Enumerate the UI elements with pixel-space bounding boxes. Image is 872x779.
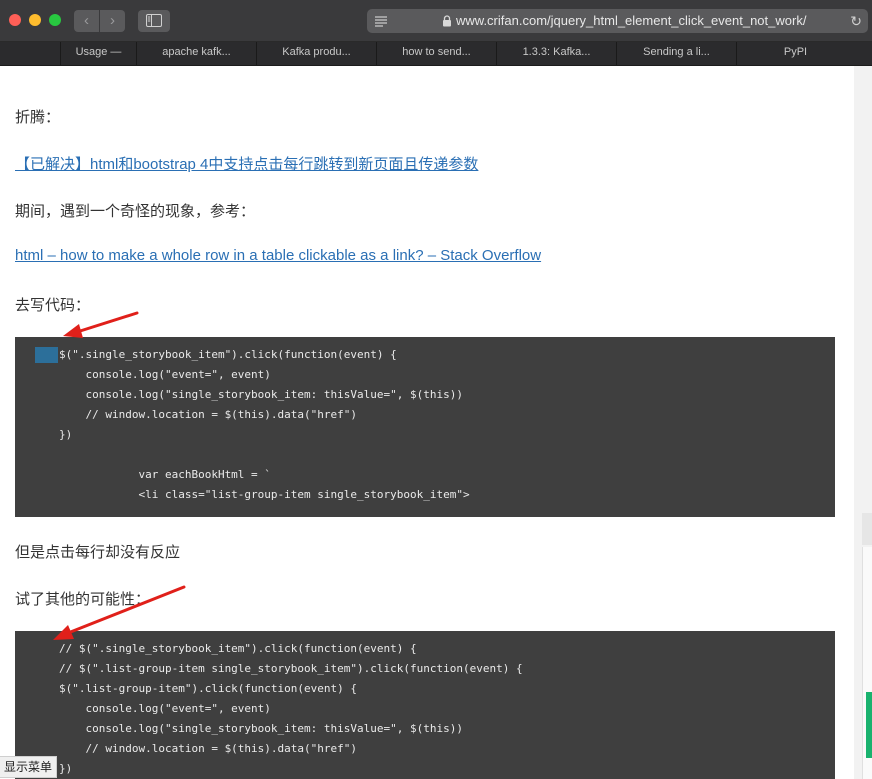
code-line: console.log("event=", event) [59,368,271,381]
tab-2[interactable]: apache kafk... [136,42,256,65]
paragraph: 折腾： [15,109,61,126]
paragraph: 但是点击每行却没有反应 [15,544,181,561]
zoom-window-button[interactable] [49,14,61,26]
code-line: console.log("single_storybook_item: this… [59,388,463,401]
code-line: // window.location = $(this).data("href"… [59,408,358,421]
article-link-bootstrap[interactable]: 【已解决】html和bootstrap 4中支持点击每行跳转到新页面且传递参数 [15,153,478,174]
tab-blank[interactable] [0,42,60,65]
code-line: <li class="list-group-item single_storyb… [59,488,470,501]
chevron-right-icon: › [110,12,115,29]
browser-titlebar: ‹ › www.crifan.com/jquery_html_element_c… [0,0,872,42]
code-line: }) [59,762,73,775]
tab-7[interactable]: PyPI [736,42,854,65]
show-menu-label[interactable]: 显示菜单 [0,756,58,778]
tab-6[interactable]: Sending a li... [616,42,736,65]
tab-1[interactable]: Usage — [60,42,136,65]
code-block-2: // $(".single_storybook_item").click(fun… [15,631,835,779]
tab-bar: Usage — apache kafk... Kafka produ... ho… [0,42,872,66]
sidebar-toggle-button[interactable] [138,10,170,32]
code-line: $(".single_storybook_item").click(functi… [59,348,397,361]
code-line: // window.location = $(this).data("href"… [59,742,358,755]
tab-3[interactable]: Kafka produ... [256,42,376,65]
green-accent-bar [866,692,872,758]
code-line: var eachBookHtml = ` [59,468,271,481]
tab-5[interactable]: 1.3.3: Kafka... [496,42,616,65]
sidebar-icon [146,14,162,27]
code-line: // $(".list-group-item single_storybook_… [59,662,523,675]
page-content: 折腾： 【已解决】html和bootstrap 4中支持点击每行跳转到新页面且传… [0,66,854,779]
red-arrow-annotation [53,585,186,640]
url-text: www.crifan.com/jquery_html_element_click… [456,13,807,28]
article-link-stackoverflow[interactable]: html – how to make a whole row in a tabl… [15,247,541,264]
code-line: }) [59,428,73,441]
code-line: $(".list-group-item").click(function(eve… [59,682,358,695]
code-line: console.log("event=", event) [59,702,271,715]
gutter-panel [862,513,872,545]
reader-mode-icon[interactable] [374,15,388,27]
back-button[interactable]: ‹ [74,10,99,32]
lock-icon [443,15,451,27]
reload-icon[interactable]: ↻ [850,14,862,28]
tab-4[interactable]: how to send... [376,42,496,65]
minimize-window-button[interactable] [29,14,41,26]
code-block-1: $(".single_storybook_item").click(functi… [15,337,835,517]
chevron-left-icon: ‹ [84,12,89,29]
forward-button[interactable]: › [100,10,125,32]
paragraph: 期间，遇到一个奇怪的现象，参考： [15,203,256,220]
close-window-button[interactable] [9,14,21,26]
code-line: console.log("single_storybook_item: this… [59,722,463,735]
text-selection-highlight [35,347,58,363]
red-arrow-annotation [63,311,139,338]
scrollbar-track[interactable] [854,66,872,779]
address-bar[interactable]: www.crifan.com/jquery_html_element_click… [367,9,868,33]
